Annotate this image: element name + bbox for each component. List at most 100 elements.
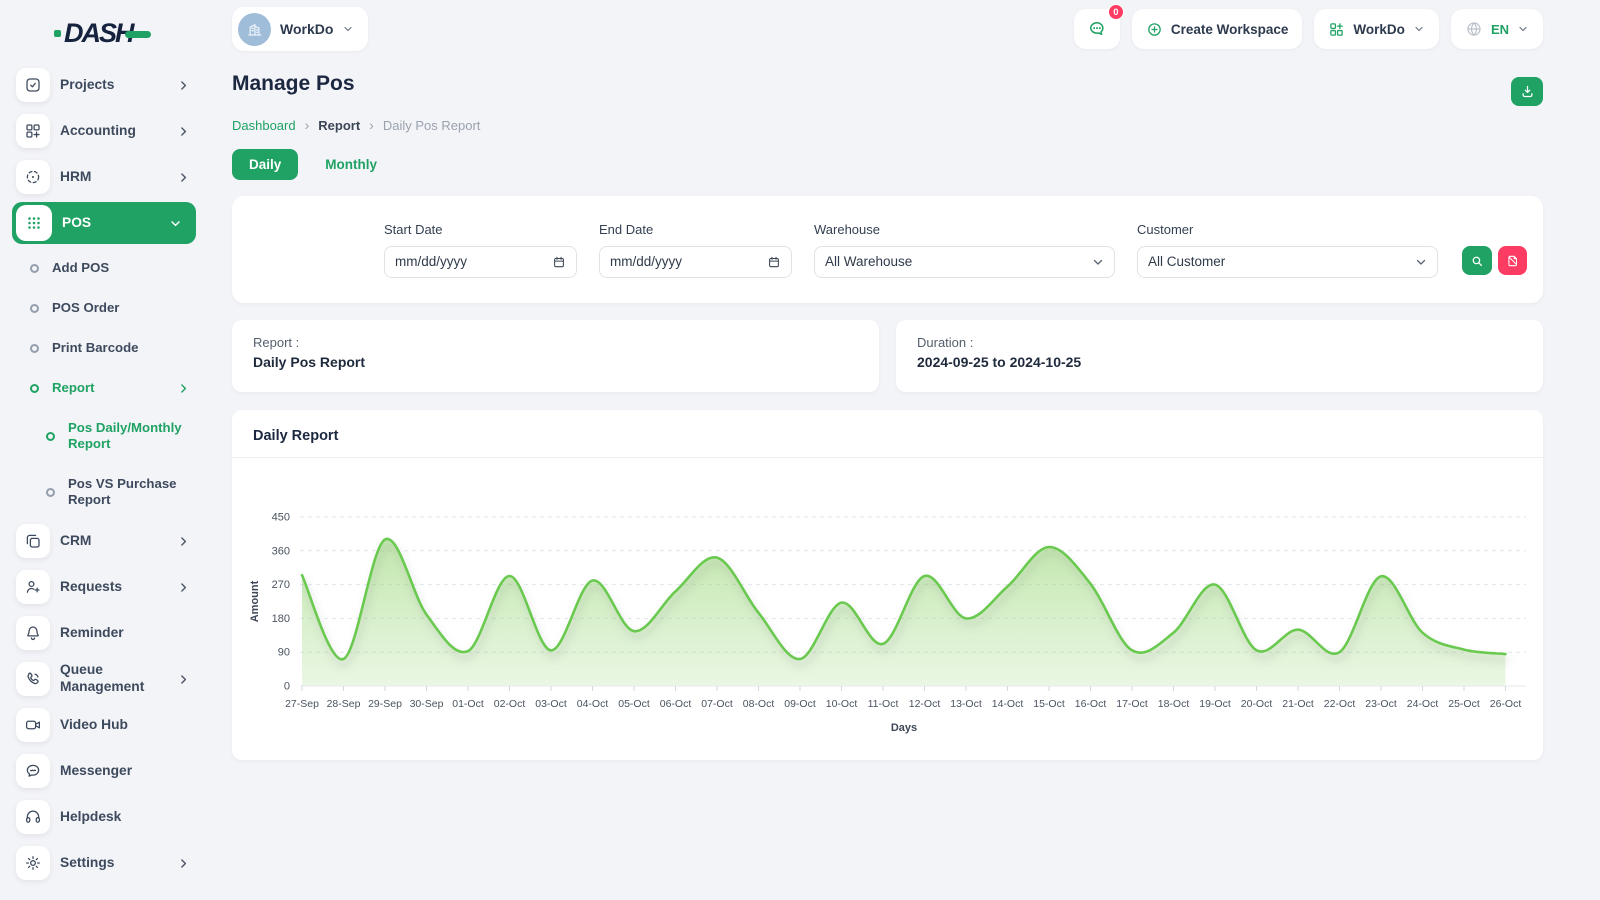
plus-circle-icon <box>1146 21 1163 38</box>
bullet-icon <box>46 432 55 441</box>
svg-text:22-Oct: 22-Oct <box>1324 698 1356 710</box>
search-icon <box>1470 254 1484 268</box>
calendar-icon[interactable] <box>552 255 566 269</box>
customer-label: Customer <box>1137 222 1438 237</box>
workspace-avatar <box>238 13 271 46</box>
svg-text:17-Oct: 17-Oct <box>1116 698 1148 710</box>
warehouse-select[interactable]: All Warehouse <box>814 246 1115 278</box>
reminder-icon <box>16 616 50 650</box>
logo-text: DASH <box>64 18 133 49</box>
sidebar-item-label: POS <box>62 215 169 232</box>
page-title: Manage Pos <box>232 72 480 96</box>
report-tabs: Daily Monthly <box>232 149 1543 180</box>
topbar-actions: 0 Create Workspace WorkDo EN <box>1074 9 1543 49</box>
svg-text:20-Oct: 20-Oct <box>1241 698 1273 710</box>
svg-text:19-Oct: 19-Oct <box>1199 698 1231 710</box>
sidebar-item-report[interactable]: Report <box>0 368 212 408</box>
duration-summary-card: Duration : 2024-09-25 to 2024-10-25 <box>896 320 1543 392</box>
sidebar-item-messenger[interactable]: Messenger <box>0 750 212 792</box>
svg-text:29-Sep: 29-Sep <box>368 698 402 710</box>
svg-text:360: 360 <box>272 545 290 557</box>
svg-text:03-Oct: 03-Oct <box>535 698 567 710</box>
breadcrumb: Dashboard Report Daily Pos Report <box>232 103 480 133</box>
workspace-selector[interactable]: WorkDo <box>232 7 368 51</box>
chevron-down-icon <box>342 23 354 35</box>
workdo-menu-label: WorkDo <box>1353 22 1405 37</box>
svg-text:270: 270 <box>272 579 290 591</box>
start-date-input[interactable] <box>395 254 515 269</box>
svg-text:18-Oct: 18-Oct <box>1158 698 1190 710</box>
sidebar-item-pos-vs-purchase-report[interactable]: Pos VS Purchase Report <box>0 464 212 520</box>
messages-button[interactable]: 0 <box>1074 9 1120 49</box>
queue-management-icon <box>16 662 50 696</box>
sidebar-item-label: Video Hub <box>60 717 190 734</box>
bullet-icon <box>46 488 55 497</box>
svg-text:09-Oct: 09-Oct <box>784 698 816 710</box>
calendar-icon[interactable] <box>767 255 781 269</box>
sidebar-item-pos[interactable]: POS <box>12 202 196 244</box>
sidebar-item-accounting[interactable]: Accounting <box>0 110 212 152</box>
daily-report-chart: 09018027036045027-Sep28-Sep29-Sep30-Sep0… <box>232 458 1543 760</box>
sidebar-item-crm[interactable]: CRM <box>0 520 212 562</box>
sidebar-item-projects[interactable]: Projects <box>0 64 212 106</box>
sidebar-item-label: Pos Daily/Monthly Report <box>68 420 190 452</box>
reset-filter-button[interactable] <box>1498 246 1527 275</box>
bullet-icon <box>30 344 39 353</box>
sidebar-item-reminder[interactable]: Reminder <box>0 612 212 654</box>
page-content: Manage Pos Dashboard Report Daily Pos Re… <box>212 58 1600 760</box>
building-icon <box>245 20 264 39</box>
svg-text:450: 450 <box>272 512 290 524</box>
svg-text:27-Sep: 27-Sep <box>285 698 319 710</box>
export-button[interactable] <box>1511 77 1543 106</box>
breadcrumb-dashboard[interactable]: Dashboard <box>232 118 296 133</box>
sidebar-item-print-barcode[interactable]: Print Barcode <box>0 328 212 368</box>
customer-select[interactable]: All Customer <box>1137 246 1438 278</box>
settings-icon <box>16 846 50 880</box>
language-selector[interactable]: EN <box>1451 9 1543 49</box>
download-icon <box>1520 84 1535 99</box>
workdo-menu-button[interactable]: WorkDo <box>1314 9 1439 49</box>
bullet-icon <box>30 264 39 273</box>
sidebar-item-queue-management[interactable]: Queue Management <box>0 658 212 700</box>
main-area: WorkDo 0 Create Workspace WorkDo EN <box>212 0 1600 760</box>
chevron-down-icon <box>1413 23 1425 35</box>
breadcrumb-report[interactable]: Report <box>318 118 360 133</box>
tab-daily[interactable]: Daily <box>232 149 298 180</box>
sidebar-item-hrm[interactable]: HRM <box>0 156 212 198</box>
sidebar-item-requests[interactable]: Requests <box>0 566 212 608</box>
sidebar-item-label: CRM <box>60 533 177 550</box>
svg-text:180: 180 <box>272 613 290 625</box>
app-logo[interactable]: DASH <box>0 16 212 50</box>
sidebar-item-video-hub[interactable]: Video Hub <box>0 704 212 746</box>
requests-icon <box>16 570 50 604</box>
end-date-label: End Date <box>599 222 792 237</box>
chevron-down-icon <box>1092 256 1104 268</box>
tab-monthly[interactable]: Monthly <box>308 149 394 180</box>
svg-text:06-Oct: 06-Oct <box>660 698 692 710</box>
end-date-input[interactable] <box>610 254 730 269</box>
projects-icon <box>16 68 50 102</box>
apply-filter-button[interactable] <box>1462 246 1492 275</box>
sidebar-item-helpdesk[interactable]: Helpdesk <box>0 796 212 838</box>
svg-text:12-Oct: 12-Oct <box>909 698 941 710</box>
sidebar-item-label: Requests <box>60 579 177 596</box>
create-workspace-button[interactable]: Create Workspace <box>1132 9 1303 49</box>
sidebar-item-label: Projects <box>60 77 177 94</box>
filter-panel: Start Date End Date Warehouse All Wareho… <box>232 196 1543 303</box>
sidebar-item-pos-order[interactable]: POS Order <box>0 288 212 328</box>
breadcrumb-separator <box>305 117 310 133</box>
svg-text:02-Oct: 02-Oct <box>494 698 526 710</box>
sidebar-item-label: HRM <box>60 169 177 186</box>
chart-title: Daily Report <box>232 410 1543 458</box>
svg-text:14-Oct: 14-Oct <box>992 698 1024 710</box>
sidebar-item-pos-daily-monthly-report[interactable]: Pos Daily/Monthly Report <box>0 408 212 464</box>
svg-text:10-Oct: 10-Oct <box>826 698 858 710</box>
create-workspace-label: Create Workspace <box>1171 22 1289 37</box>
customer-selected-value: All Customer <box>1148 254 1225 269</box>
sidebar-item-settings[interactable]: Settings <box>0 842 212 884</box>
breadcrumb-separator <box>369 117 374 133</box>
file-slash-icon <box>1506 254 1520 268</box>
chat-icon <box>1087 19 1107 39</box>
sidebar-item-add-pos[interactable]: Add POS <box>0 248 212 288</box>
daily-report-card: Daily Report 09018027036045027-Sep28-Sep… <box>232 410 1543 760</box>
